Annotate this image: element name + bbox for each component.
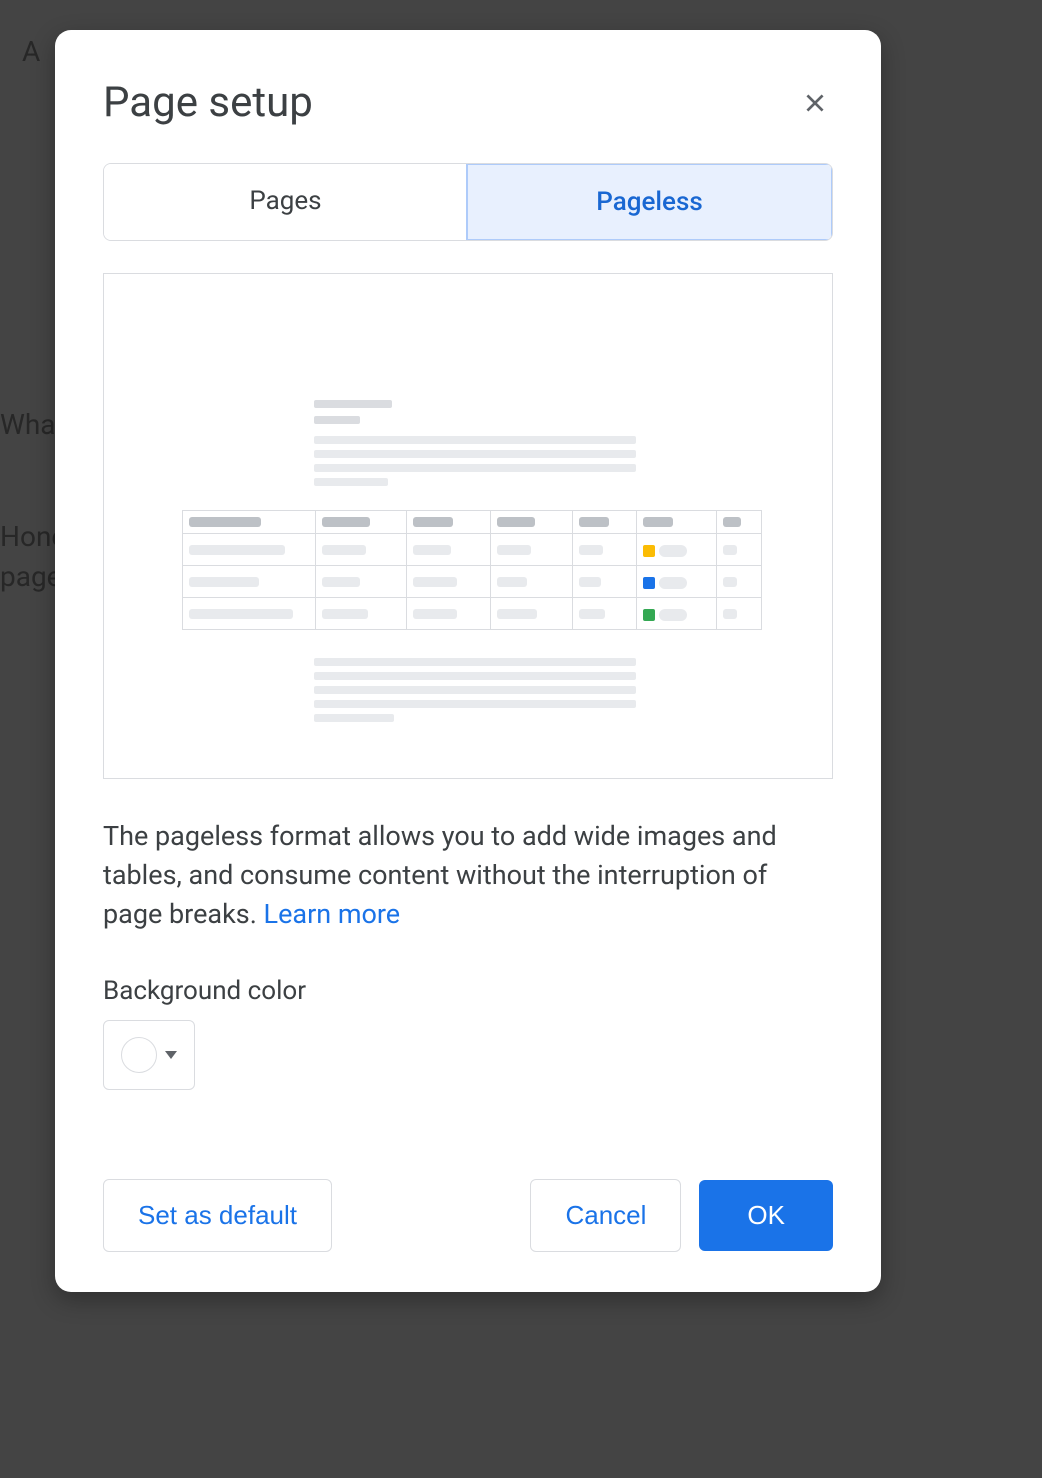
close-button[interactable] (797, 85, 833, 121)
page-setup-dialog: Page setup Pages Pageless (55, 30, 881, 1292)
set-as-default-button[interactable]: Set as default (103, 1179, 332, 1252)
background-color-picker[interactable] (103, 1020, 195, 1090)
ok-button[interactable]: OK (699, 1180, 833, 1251)
dialog-title: Page setup (103, 78, 313, 127)
close-icon (802, 90, 828, 116)
background-color-label: Background color (103, 976, 833, 1006)
pageless-description: The pageless format allows you to add wi… (103, 817, 833, 934)
cancel-button[interactable]: Cancel (530, 1179, 681, 1252)
tab-pageless[interactable]: Pageless (466, 163, 833, 241)
bg-word: page (0, 560, 62, 593)
bg-word: A (22, 35, 40, 68)
chevron-down-icon (165, 1051, 177, 1059)
learn-more-link[interactable]: Learn more (264, 898, 401, 930)
tabs: Pages Pageless (103, 163, 833, 241)
pageless-preview (103, 273, 833, 779)
description-text: The pageless format allows you to add wi… (103, 820, 777, 930)
tab-pages[interactable]: Pages (104, 164, 467, 240)
preview-table (182, 510, 762, 630)
color-swatch (121, 1037, 157, 1073)
